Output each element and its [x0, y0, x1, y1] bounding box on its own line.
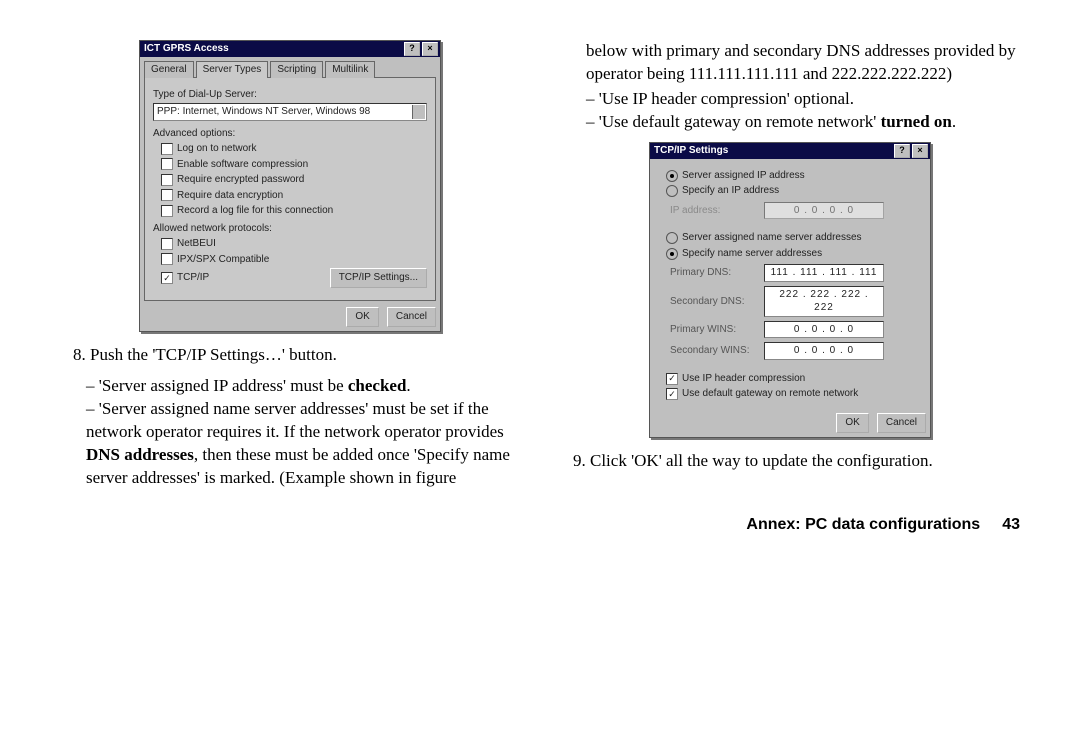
continuation: below with primary and secondary DNS add…	[560, 40, 1020, 86]
help-icon[interactable]: ?	[404, 42, 420, 56]
dialog-gprs-access: ICT GPRS Access ? × General Server Types…	[139, 40, 441, 332]
dialog2-titlebar: TCP/IP Settings ? ×	[650, 143, 930, 159]
radio-specify-ip[interactable]	[666, 185, 678, 197]
tab-row: General Server Types Scripting Multilink	[144, 61, 436, 78]
step-list-left: Push the 'TCP/IP Settings…' button.	[60, 344, 520, 367]
radio-server-dns[interactable]	[666, 232, 678, 244]
step-8: Push the 'TCP/IP Settings…' button.	[90, 344, 520, 367]
checkbox-default-gateway[interactable]: ✓	[666, 388, 678, 400]
tab-general[interactable]: General	[144, 61, 194, 78]
close-icon[interactable]: ×	[422, 42, 438, 56]
checkbox-ip-compression[interactable]: ✓	[666, 373, 678, 385]
radio-server-ip[interactable]	[666, 170, 678, 182]
footer-page: 43	[1002, 516, 1020, 534]
radio-specify-dns[interactable]	[666, 248, 678, 260]
tab-multilink[interactable]: Multilink	[325, 61, 375, 78]
close-icon[interactable]: ×	[912, 144, 928, 158]
dialog-tcpip-settings: TCP/IP Settings ? × Server assigned IP a…	[649, 142, 931, 438]
footer-title: Annex: PC data configurations	[746, 516, 980, 534]
checkbox-tcpip[interactable]: ✓	[161, 272, 173, 284]
tcpip-settings-button[interactable]: TCP/IP Settings...	[330, 268, 427, 288]
proto-label: Allowed network protocols:	[153, 222, 427, 236]
ok-button[interactable]: OK	[836, 413, 868, 433]
secondary-wins[interactable]: 0 . 0 . 0 . 0	[764, 342, 884, 360]
step-8-bullets: 'Server assigned IP address' must be che…	[60, 375, 520, 490]
checkbox-netbeui[interactable]	[161, 238, 173, 250]
ip-address-field[interactable]: 0 . 0 . 0 . 0	[764, 202, 884, 220]
dialog-title: ICT GPRS Access	[144, 41, 229, 57]
page-footer: Annex: PC data configurations 43	[60, 516, 1020, 534]
tab-server-types[interactable]: Server Types	[196, 61, 269, 78]
primary-wins[interactable]: 0 . 0 . 0 . 0	[764, 321, 884, 339]
checkbox-log-on[interactable]	[161, 143, 173, 155]
right-bullets: 'Use IP header compression' optional. 'U…	[560, 88, 1020, 134]
primary-dns[interactable]: 111 . 111 . 111 . 111	[764, 264, 884, 282]
help-icon[interactable]: ?	[894, 144, 910, 158]
ok-button[interactable]: OK	[346, 307, 378, 327]
checkbox-ipx[interactable]	[161, 253, 173, 265]
cancel-button[interactable]: Cancel	[387, 307, 436, 327]
dialog-titlebar: ICT GPRS Access ? ×	[140, 41, 440, 57]
advanced-label: Advanced options:	[153, 127, 427, 141]
type-label: Type of Dial-Up Server:	[153, 88, 427, 102]
step-9: Click 'OK' all the way to update the con…	[590, 450, 1020, 473]
checkbox-enc-pwd[interactable]	[161, 174, 173, 186]
cancel-button[interactable]: Cancel	[877, 413, 926, 433]
checkbox-sw-comp[interactable]	[161, 158, 173, 170]
checkbox-log-file[interactable]	[161, 205, 173, 217]
secondary-dns[interactable]: 222 . 222 . 222 . 222	[764, 286, 884, 317]
step-list-right: Click 'OK' all the way to update the con…	[560, 450, 1020, 473]
dialog2-title: TCP/IP Settings	[654, 143, 728, 159]
tab-scripting[interactable]: Scripting	[270, 61, 323, 78]
type-dropdown[interactable]: PPP: Internet, Windows NT Server, Window…	[153, 103, 427, 121]
checkbox-data-enc[interactable]	[161, 189, 173, 201]
